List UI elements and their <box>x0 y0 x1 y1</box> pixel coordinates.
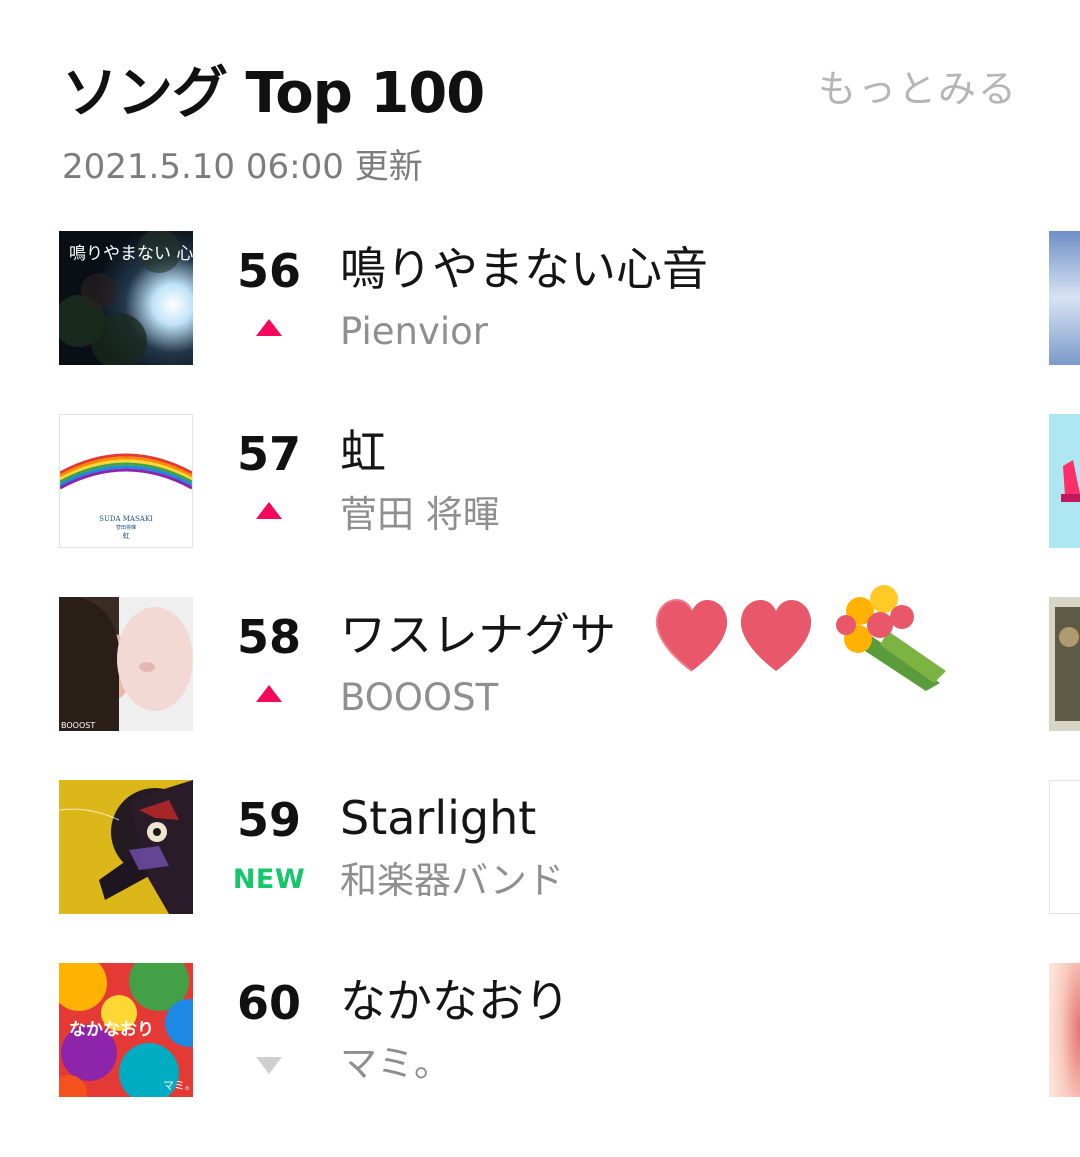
album-art[interactable]: 鳴りやまない 心音 <box>59 231 193 365</box>
see-more-link[interactable]: もっとみる <box>818 64 1018 114</box>
song-row-60[interactable]: なかなおり マミ。 60 なかなおり マミ。 <box>0 963 1080 1099</box>
rank-up-icon <box>256 502 282 519</box>
rank-up-icon <box>256 685 282 702</box>
artist-name: Pienvior <box>340 310 489 353</box>
album-art-text: 虹 <box>123 531 130 540</box>
artist-name: 和楽器バンド <box>340 859 564 902</box>
album-art-text: SUDA MASAKI <box>99 515 153 523</box>
rank-number: 56 <box>236 244 301 298</box>
album-art-text: BOOOST <box>61 721 95 730</box>
artist-name: 菅田 将暉 <box>340 493 500 536</box>
rank-number: 57 <box>236 427 301 481</box>
rank-down-icon <box>256 1057 282 1074</box>
next-column-art-peek[interactable] <box>1049 414 1080 548</box>
rank-number: 59 <box>236 793 301 847</box>
bouquet-icon <box>836 585 946 691</box>
album-art-text: 鳴りやまない 心音 <box>69 244 193 264</box>
rank-number: 60 <box>236 976 301 1030</box>
rank-up-icon <box>256 319 282 336</box>
album-art[interactable]: SUDA MASAKI 菅田将暉 虹 <box>59 414 193 548</box>
title-decorations <box>650 575 950 695</box>
artist-name: BOOOST <box>340 676 499 719</box>
album-art[interactable]: BOOOST <box>59 597 193 731</box>
album-art[interactable]: なかなおり マミ。 <box>59 963 193 1097</box>
song-row-58[interactable]: BOOOST 58 ワスレナグサ BOOOST <box>0 585 1080 733</box>
rank-change <box>232 1043 306 1083</box>
album-art-text: マミ。 <box>163 1079 193 1092</box>
artist-name: マミ。 <box>340 1042 451 1085</box>
song-title: ワスレナグサ <box>340 608 616 662</box>
rank-change <box>232 311 306 351</box>
song-title: 虹 <box>340 425 386 479</box>
song-title: Starlight <box>340 791 537 845</box>
rank-number: 58 <box>236 610 301 664</box>
rank-change <box>232 494 306 534</box>
page-title: ソング Top 100 <box>62 61 485 126</box>
album-art-text: なかなおり <box>69 1020 154 1040</box>
album-art[interactable] <box>59 780 193 914</box>
new-badge: NEW <box>232 864 306 895</box>
rank-change: NEW <box>232 860 306 900</box>
song-row-57[interactable]: SUDA MASAKI 菅田将暉 虹 57 虹 菅田 将暉 <box>0 414 1080 550</box>
next-column-art-peek[interactable] <box>1049 780 1080 914</box>
next-column-art-peek[interactable] <box>1049 597 1080 731</box>
song-title: なかなおり <box>340 974 570 1028</box>
song-row-59[interactable]: 59 NEW Starlight 和楽器バンド <box>0 780 1080 916</box>
rank-change <box>232 677 306 717</box>
album-art-text: 菅田将暉 <box>116 524 136 531</box>
song-title: 鳴りやまない心音 <box>340 242 708 296</box>
updated-timestamp: 2021.5.10 06:00 更新 <box>62 147 423 187</box>
song-row-56[interactable]: 鳴りやまない 心音 56 鳴りやまない心音 Pienvior <box>0 231 1080 367</box>
heart-icon <box>740 599 812 671</box>
next-column-art-peek[interactable] <box>1049 963 1080 1097</box>
next-column-art-peek[interactable] <box>1049 231 1080 365</box>
heart-icon <box>655 599 728 672</box>
